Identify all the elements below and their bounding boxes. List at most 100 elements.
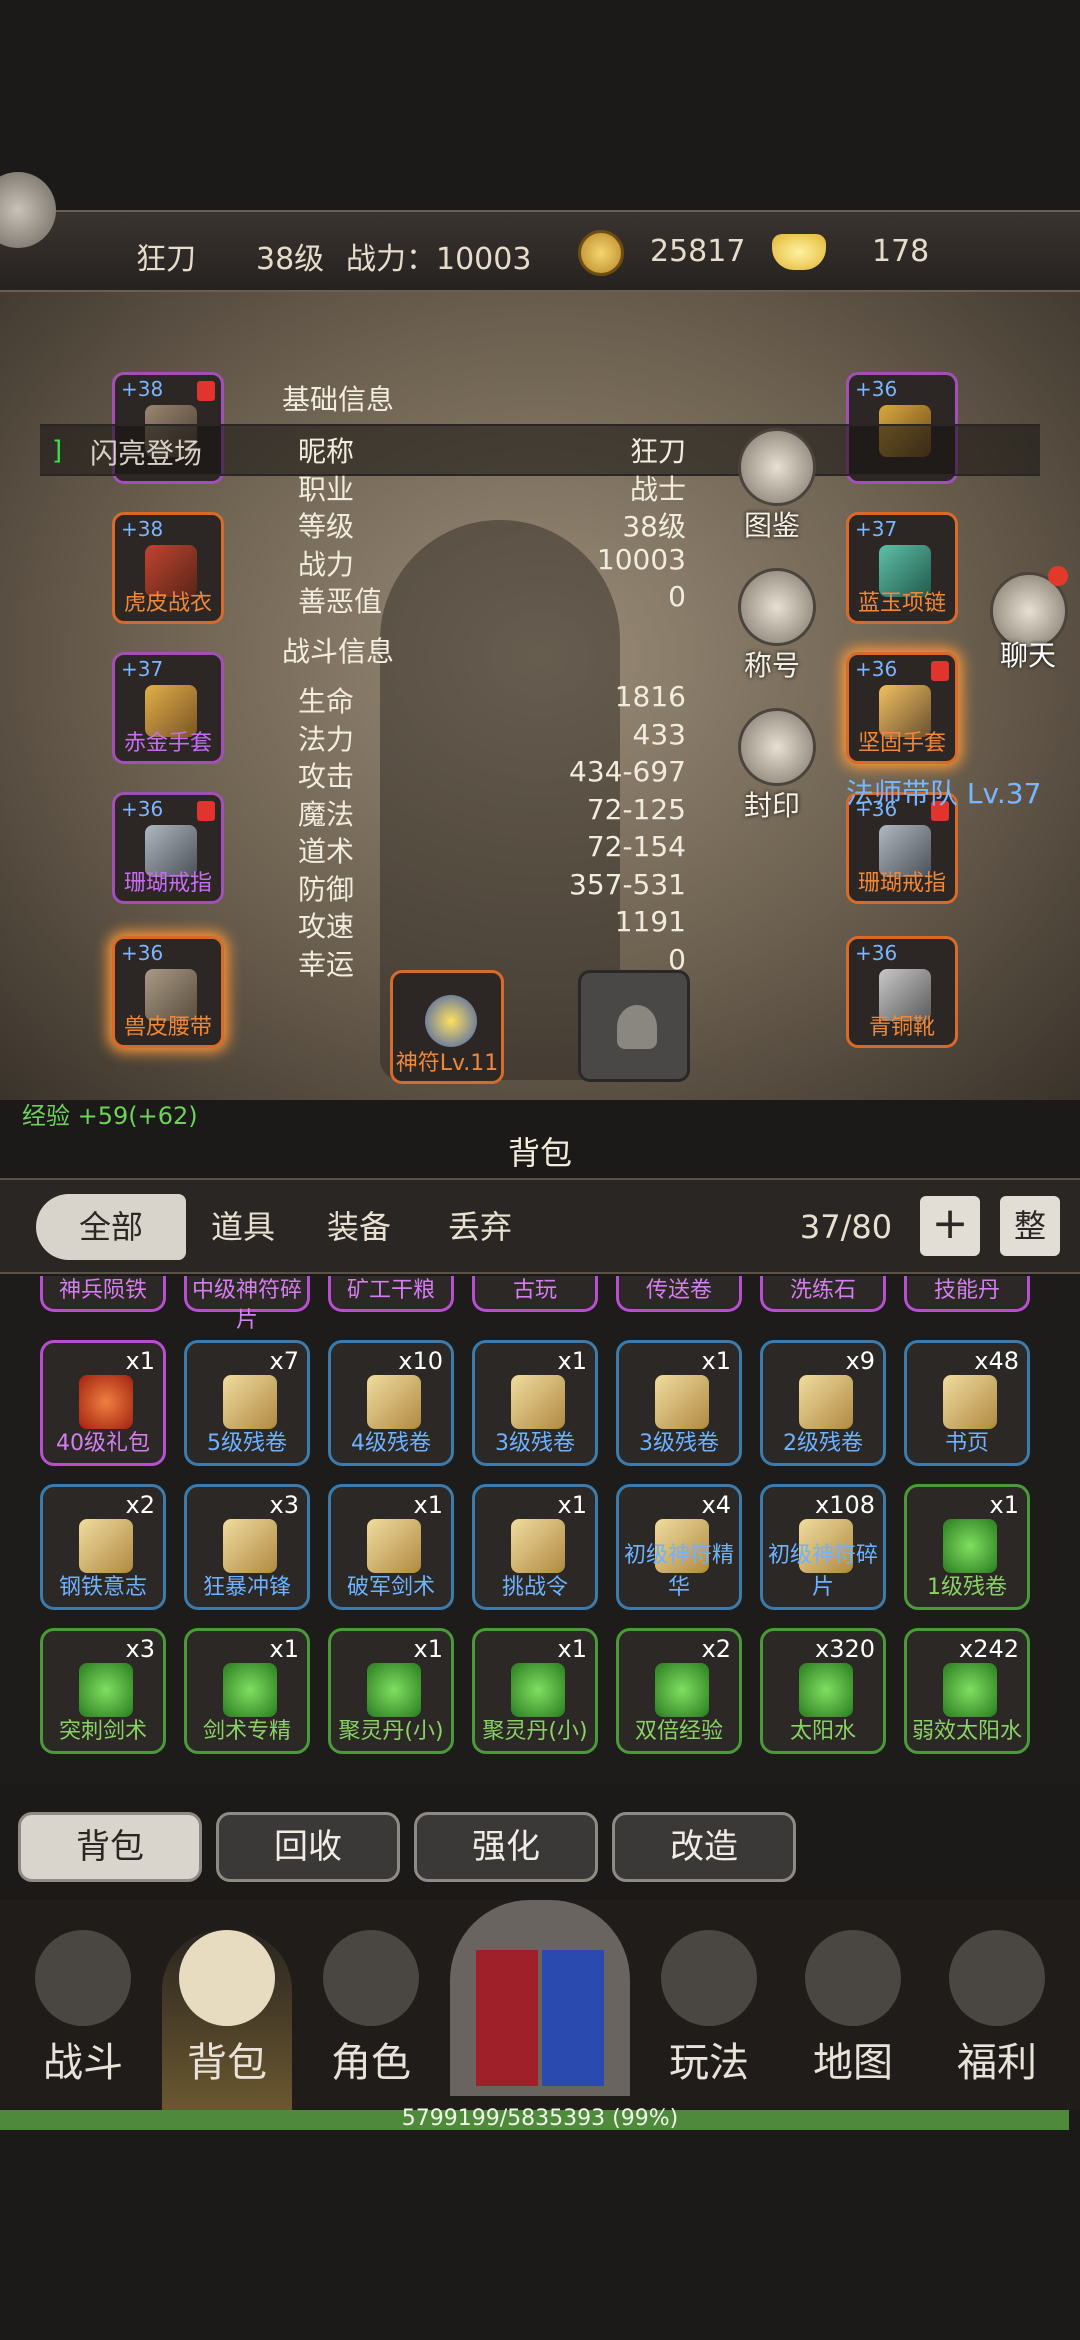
bag-slot[interactable]: x1 聚灵丹(小)	[472, 1628, 598, 1754]
coin-icon	[578, 230, 624, 276]
rune-slot[interactable]: 神符Lv.11	[390, 970, 504, 1084]
equip-slot-belt[interactable]: +36 兽皮腰带	[112, 936, 224, 1048]
top-status-bar: 狂刀 38级 战力：10003 25817 178	[0, 172, 1080, 292]
chain-lock-icon	[617, 1005, 657, 1049]
sort-button[interactable]: 整	[1000, 1196, 1060, 1256]
item-name: 5级残卷	[207, 1431, 287, 1456]
bag-slot[interactable]: x10 4级残卷	[328, 1340, 454, 1466]
bag-slot[interactable]: x3 狂暴冲锋	[184, 1484, 310, 1610]
equip-slot-gloves-left[interactable]: +37 赤金手套	[112, 652, 224, 764]
equip-slot-ring-left[interactable]: +36 珊瑚戒指	[112, 792, 224, 904]
stat-label: 战力	[298, 547, 355, 581]
item-quantity: x1	[413, 1635, 443, 1663]
chenghao-button[interactable]	[738, 568, 816, 646]
item-name: 1级残卷	[927, 1575, 1007, 1600]
bag-slot[interactable]: x7 5级残卷	[184, 1340, 310, 1466]
bag-slot-partial[interactable]: 矿工干粮	[328, 1276, 454, 1312]
item-quantity: x2	[125, 1491, 155, 1519]
nav-map[interactable]: 地图	[788, 1930, 918, 2110]
player-level: 38级	[256, 242, 325, 277]
item-icon	[943, 1375, 997, 1429]
item-quantity: x4	[701, 1491, 731, 1519]
bag-slot[interactable]: x9 2级残卷	[760, 1340, 886, 1466]
tab-recycle[interactable]: 回收	[216, 1812, 400, 1882]
bag-slot-partial[interactable]: 洗练石	[760, 1276, 886, 1312]
team-text: 法师带队 Lv.37	[846, 777, 1042, 810]
filter-tab-all[interactable]: 全部	[36, 1194, 186, 1260]
bag-slot-partial[interactable]: 传送卷	[616, 1276, 742, 1312]
item-quantity: x48	[974, 1347, 1019, 1375]
bag-slot[interactable]: x48 书页	[904, 1340, 1030, 1466]
item-icon	[367, 1663, 421, 1717]
filter-tab-discard[interactable]: 丢弃	[420, 1194, 540, 1260]
stat-value: 战士	[629, 472, 686, 506]
equip-slot-boots[interactable]: +36 青铜靴	[846, 936, 958, 1048]
equip-slot-necklace[interactable]: +37 蓝玉项链	[846, 512, 958, 624]
locked-slot[interactable]	[578, 970, 690, 1082]
item-icon	[79, 1375, 133, 1429]
add-slot-button[interactable]: +	[920, 1196, 980, 1256]
item-name: 太阳水	[789, 1719, 856, 1744]
character-crest-icon	[323, 1930, 419, 2026]
stat-label: 善恶值	[298, 585, 383, 618]
bag-slot[interactable]: x242 弱效太阳水	[904, 1628, 1030, 1754]
bag-slot[interactable]: x1 挑战令	[472, 1484, 598, 1610]
stat-label: 法力	[298, 722, 355, 756]
bag-slot[interactable]: x320 太阳水	[760, 1628, 886, 1754]
bag-slot-partial[interactable]: 神兵陨铁	[40, 1276, 166, 1312]
lock-icon	[197, 381, 215, 401]
stat-label: 攻击	[298, 760, 355, 793]
player-power: 战力：10003	[346, 242, 532, 277]
stat-value: 0	[668, 942, 686, 976]
item-icon	[655, 1663, 709, 1717]
bag-slot[interactable]: x1 3级残卷	[616, 1340, 742, 1466]
item-icon	[511, 1375, 565, 1429]
bag-slot[interactable]: x4 初级神符精华	[616, 1484, 742, 1610]
bag-slot[interactable]: x1 聚灵丹(小)	[328, 1628, 454, 1754]
tujian-button[interactable]	[738, 428, 816, 506]
nav-welfare[interactable]: 福利	[932, 1930, 1062, 2110]
portal-gate-button[interactable]	[450, 1900, 630, 2096]
bag-slot-partial[interactable]: 中级神符碎片	[184, 1276, 310, 1333]
exp-gain-text: 经验 +59(+62)	[22, 1102, 198, 1130]
tujian-label: 图鉴	[744, 509, 801, 542]
filter-tab-items[interactable]: 道具	[188, 1194, 298, 1260]
tab-bag[interactable]: 背包	[18, 1812, 202, 1882]
item-quantity: x1	[557, 1635, 587, 1663]
bag-slot[interactable]: x1 1级残卷	[904, 1484, 1030, 1610]
stat-value: 72-154	[586, 830, 686, 863]
nav-battle[interactable]: 战斗	[18, 1930, 148, 2110]
menu-toggle-icon[interactable]	[0, 172, 56, 248]
fengyin-button[interactable]	[738, 708, 816, 786]
tab-enhance[interactable]: 强化	[414, 1812, 598, 1882]
gold-amount: 178	[872, 234, 930, 269]
nav-bag[interactable]: 背包	[162, 1930, 292, 2110]
bag-slot[interactable]: x2 钢铁意志	[40, 1484, 166, 1610]
stat-value: 433	[632, 717, 686, 751]
filter-tab-equipment[interactable]: 装备	[304, 1194, 414, 1260]
stat-label: 幸运	[298, 947, 355, 981]
stat-label: 攻速	[298, 910, 355, 943]
item-name: 初级神符精华	[623, 1543, 734, 1600]
nav-character[interactable]: 角色	[306, 1930, 436, 2110]
bag-slot[interactable]: x1 40级礼包	[40, 1340, 166, 1466]
bag-slot-partial[interactable]: 古玩	[472, 1276, 598, 1312]
item-quantity: x1	[557, 1491, 587, 1519]
bag-slot[interactable]: x108 初级神符碎片	[760, 1484, 886, 1610]
bag-slot[interactable]: x1 破军剑术	[328, 1484, 454, 1610]
equip-slot-armor[interactable]: +38 虎皮战衣	[112, 512, 224, 624]
item-name: 钢铁意志	[58, 1575, 147, 1600]
bag-slot-partial[interactable]: 技能丹	[904, 1276, 1030, 1312]
bag-slot[interactable]: x1 3级残卷	[472, 1340, 598, 1466]
nav-gameplay[interactable]: 玩法	[644, 1930, 774, 2110]
item-quantity: x108	[814, 1491, 875, 1519]
equip-slot-gloves-right[interactable]: +36 坚固手套	[846, 652, 958, 764]
tab-modify[interactable]: 改造	[612, 1812, 796, 1882]
item-name: 3级残卷	[495, 1431, 575, 1456]
item-name: 聚灵丹(小)	[482, 1719, 588, 1744]
stat-value: 10003	[596, 542, 686, 576]
bag-slot[interactable]: x3 突刺剑术	[40, 1628, 166, 1754]
bag-slot[interactable]: x1 剑术专精	[184, 1628, 310, 1754]
bag-slot[interactable]: x2 双倍经验	[616, 1628, 742, 1754]
item-quantity: x7	[269, 1347, 299, 1375]
